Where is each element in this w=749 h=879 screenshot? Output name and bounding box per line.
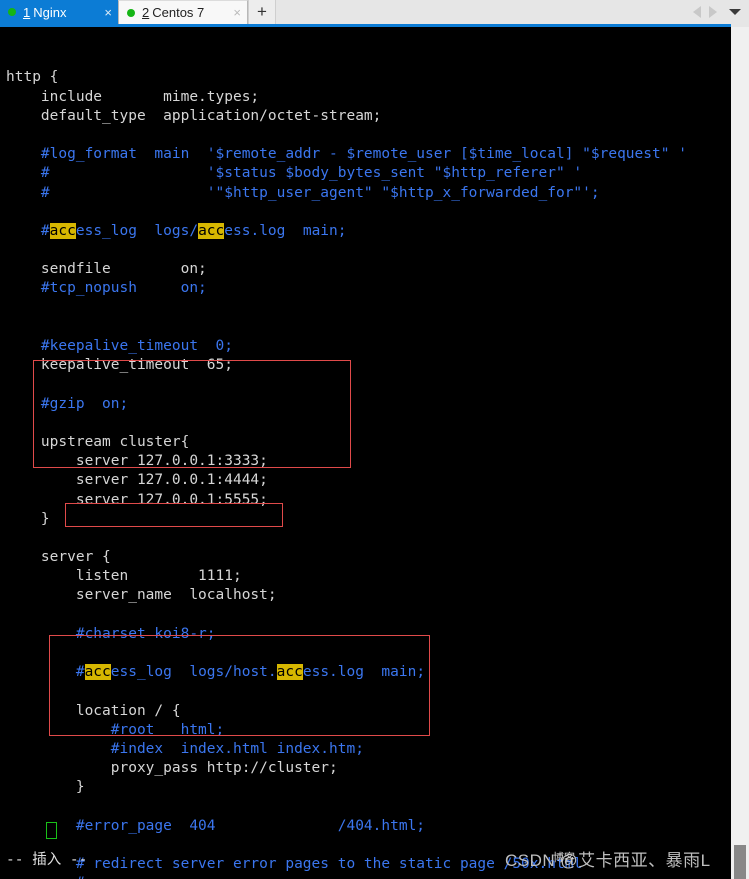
watermark-overlay-text: 博客	[553, 852, 575, 864]
tab-index-label: 2	[142, 5, 150, 20]
tab-centos7[interactable]: 2 Centos 7 ×	[118, 0, 248, 24]
terminal-line: #gzip on;	[6, 395, 129, 412]
terminal-line: server 127.0.0.1:5555;	[6, 491, 268, 508]
terminal-line: #index index.html index.htm;	[6, 740, 364, 757]
watermark-text: CSDN @艾卡西亚、暴雨L	[505, 851, 711, 870]
tab-list-chevron-down-icon[interactable]	[729, 9, 741, 15]
tab-title-label: Nginx	[33, 4, 67, 20]
tab-close-icon[interactable]: ×	[233, 6, 241, 19]
search-match-highlight: acc	[198, 222, 225, 239]
terminal-window: 1 Nginx × 2 Centos 7 × + http { include …	[0, 0, 749, 879]
scroll-tabs-left-icon[interactable]	[693, 6, 701, 18]
search-match-highlight: acc	[84, 664, 111, 681]
terminal-line: include mime.types;	[6, 88, 260, 105]
tab-title-label: Centos 7	[152, 5, 205, 20]
text-cursor	[46, 822, 57, 839]
terminal-line: #log_format main '$remote_addr - $remote…	[6, 146, 687, 163]
terminal-line: server_name localhost;	[6, 587, 277, 604]
search-match-highlight: acc	[49, 222, 76, 239]
search-match-highlight: acc	[276, 664, 303, 681]
terminal-line: listen 1111;	[6, 568, 242, 585]
terminal-line: #	[6, 874, 731, 879]
tab-index-label: 1	[23, 4, 31, 20]
terminal-line: default_type application/octet-stream;	[6, 107, 382, 124]
terminal-line: keepalive_timeout 65;	[6, 357, 233, 374]
terminal-line: # '$status $body_bytes_sent "$http_refer…	[6, 165, 583, 182]
terminal-line: #access_log logs/access.log main;	[6, 222, 347, 239]
vertical-scrollbar-thumb[interactable]	[734, 845, 746, 879]
tab-bar: 1 Nginx × 2 Centos 7 × +	[0, 0, 749, 24]
tab-bar-controls	[693, 0, 749, 24]
terminal-line: location / {	[6, 702, 181, 719]
tab-nginx[interactable]: 1 Nginx ×	[0, 0, 118, 24]
terminal-output[interactable]: http { include mime.types; default_type …	[0, 27, 731, 879]
terminal-line: }	[6, 510, 50, 527]
terminal-line: #keepalive_timeout 0;	[6, 338, 233, 355]
terminal-line: http {	[6, 69, 59, 86]
terminal-line: server {	[6, 549, 111, 566]
terminal-line: server 127.0.0.1:3333;	[6, 453, 268, 470]
terminal-text-area: http { include mime.types; default_type …	[0, 65, 731, 879]
tab-status-dot-icon	[8, 8, 16, 16]
terminal-line: upstream cluster{	[6, 433, 190, 450]
tab-bar-filler	[276, 0, 693, 24]
terminal-line: #error_page 404 /404.html;	[6, 817, 426, 834]
terminal-line: proxy_pass http://cluster;	[6, 760, 338, 777]
vim-status-line: -- 插入 --	[6, 852, 88, 868]
terminal-line: sendfile on;	[6, 261, 207, 278]
terminal-line: server 127.0.0.1:4444;	[6, 472, 268, 489]
terminal-line: #tcp_nopush on;	[6, 280, 207, 297]
terminal-line: }	[6, 779, 85, 796]
scroll-tabs-right-icon[interactable]	[709, 6, 717, 18]
new-tab-button[interactable]: +	[248, 0, 276, 24]
tab-close-icon[interactable]: ×	[104, 6, 112, 19]
terminal-line: #charset koi8-r;	[6, 625, 216, 642]
tab-status-dot-icon	[127, 8, 135, 17]
terminal-line: #access_log logs/host.access.log main;	[6, 664, 426, 681]
terminal-line: #root html;	[6, 721, 225, 738]
terminal-line: # '"$http_user_agent" "$http_x_forwarded…	[6, 184, 600, 201]
vertical-scrollbar-track[interactable]	[731, 27, 749, 879]
